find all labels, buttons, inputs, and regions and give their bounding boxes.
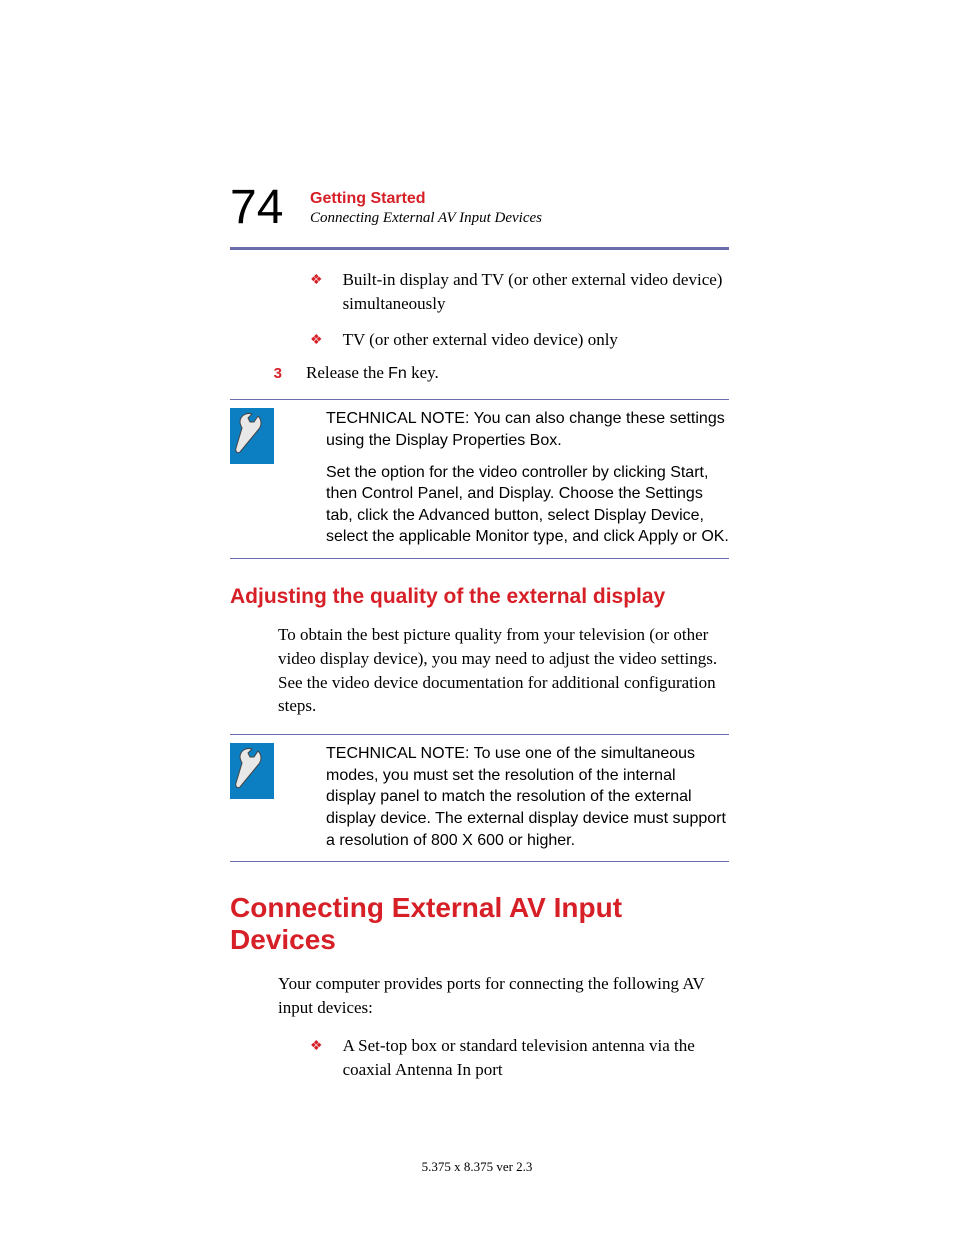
- bullet-diamond-icon: ❖: [310, 1037, 323, 1057]
- step-suffix: key.: [407, 363, 439, 382]
- step-fn-key: Fn: [388, 365, 407, 382]
- technical-note: TECHNICAL NOTE: To use one of the simult…: [230, 734, 729, 862]
- page-header: 74 Getting Started Connecting External A…: [230, 190, 729, 227]
- bullet-text: TV (or other external video device) only: [343, 328, 729, 352]
- divider-thick: [230, 247, 729, 250]
- body-paragraph: To obtain the best picture quality from …: [278, 623, 729, 718]
- bullet-item: ❖ A Set-top box or standard television a…: [310, 1034, 729, 1082]
- note-text: TECHNICAL NOTE: To use one of the simult…: [326, 743, 729, 851]
- footer-text: 5.375 x 8.375 ver 2.3: [0, 1159, 954, 1175]
- document-page: 74 Getting Started Connecting External A…: [0, 0, 954, 1081]
- note-paragraph: TECHNICAL NOTE: To use one of the simult…: [326, 743, 729, 851]
- step-text: Release the Fn key.: [306, 363, 439, 383]
- technical-note: TECHNICAL NOTE: You can also change thes…: [230, 399, 729, 559]
- bullet-item: ❖ TV (or other external video device) on…: [310, 328, 729, 352]
- note-paragraph: TECHNICAL NOTE: You can also change thes…: [326, 408, 729, 451]
- divider-thin: [230, 861, 729, 862]
- section-subtitle: Connecting External AV Input Devices: [310, 210, 729, 227]
- bullet-text: A Set-top box or standard television ant…: [343, 1034, 729, 1082]
- step-item: 3 Release the Fn key.: [270, 363, 729, 383]
- chapter-title: Getting Started: [310, 190, 729, 208]
- subsection-heading: Adjusting the quality of the external di…: [230, 585, 729, 609]
- note-text: TECHNICAL NOTE: You can also change thes…: [326, 408, 729, 548]
- body-paragraph: Your computer provides ports for connect…: [278, 972, 729, 1020]
- note-paragraph: Set the option for the video controller …: [326, 462, 729, 548]
- bullet-text: Built-in display and TV (or other extern…: [343, 268, 729, 316]
- wrench-icon: [230, 408, 274, 464]
- divider-thin: [230, 558, 729, 559]
- bullet-diamond-icon: ❖: [310, 271, 323, 291]
- bullet-item: ❖ Built-in display and TV (or other exte…: [310, 268, 729, 316]
- section-heading: Connecting External AV Input Devices: [230, 892, 729, 956]
- header-titles: Getting Started Connecting External AV I…: [310, 190, 729, 227]
- wrench-icon: [230, 743, 274, 799]
- step-prefix: Release the: [306, 363, 388, 382]
- bullet-diamond-icon: ❖: [310, 331, 323, 351]
- page-number: 74: [230, 180, 283, 235]
- step-number: 3: [270, 365, 282, 382]
